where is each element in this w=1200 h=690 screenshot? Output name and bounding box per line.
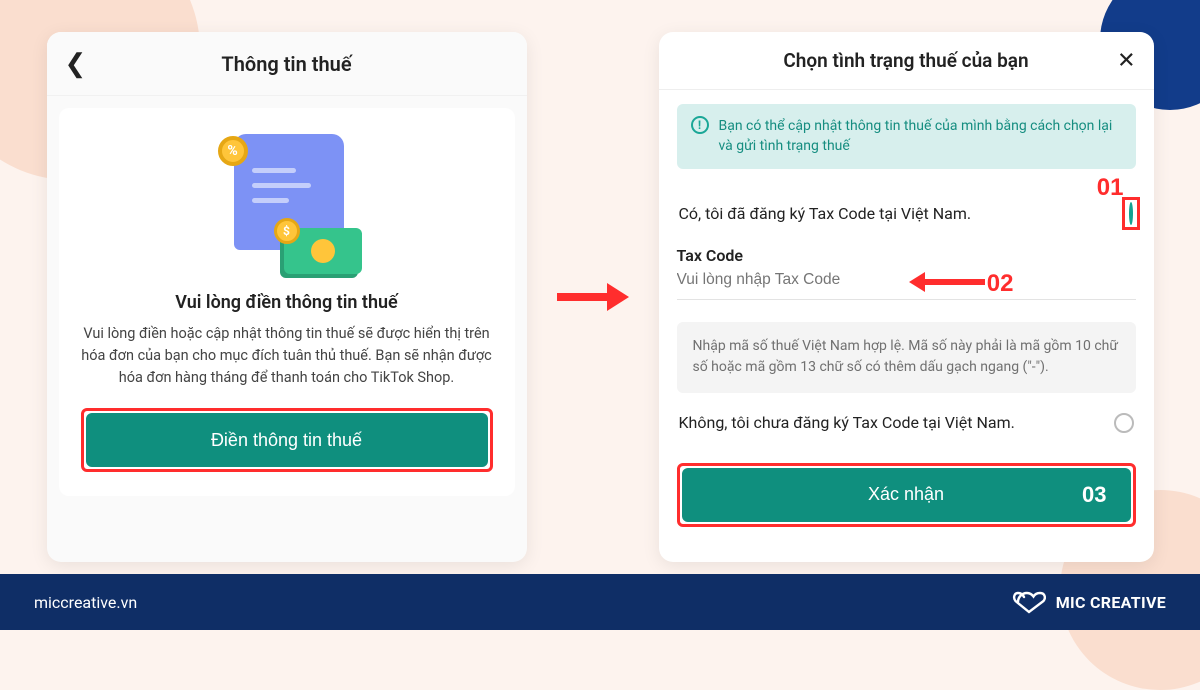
info-icon: ! [691, 116, 709, 134]
option-yes-label: Có, tôi đã đăng ký Tax Code tại Việt Nam… [679, 204, 972, 223]
option-no-label: Không, tôi chưa đăng ký Tax Code tại Việ… [679, 413, 1015, 432]
taxcode-note: Nhập mã số thuế Việt Nam hợp lệ. Mã số n… [677, 322, 1136, 393]
step-label-03: 03 [1082, 482, 1106, 508]
right-body: ! Bạn có thể cập nhật thông tin thuế của… [659, 90, 1154, 447]
fill-tax-button[interactable]: Điền thông tin thuế [86, 413, 488, 467]
flow-arrow-icon [557, 283, 629, 311]
right-title: Chọn tình trạng thuế của bạn [783, 49, 1028, 72]
confirm-button[interactable]: Xác nhận 03 [682, 468, 1131, 522]
left-description: Vui lòng điền hoặc cập nhật thông tin th… [81, 323, 493, 388]
brand-logo-icon [1012, 590, 1046, 614]
confirm-highlight: Xác nhận 03 [677, 463, 1136, 527]
left-screen: ❮ Thông tin thuế % $ Vui lòng điền thông… [47, 32, 527, 562]
option-no-row[interactable]: Không, tôi chưa đăng ký Tax Code tại Việ… [677, 393, 1136, 447]
fill-tax-highlight: Điền thông tin thuế [81, 408, 493, 472]
footer-brand-text: MIC CREATIVE [1056, 593, 1166, 612]
taxcode-input[interactable] [677, 265, 1136, 300]
left-header: ❮ Thông tin thuế [47, 32, 527, 96]
option-yes-row[interactable]: Có, tôi đã đăng ký Tax Code tại Việt Nam… [677, 169, 1136, 244]
footer-brand: MIC CREATIVE [1012, 590, 1166, 614]
tax-illustration: % $ [212, 136, 362, 274]
step-label-01: 01 [1097, 174, 1124, 202]
confirm-button-label: Xác nhận [868, 484, 944, 504]
money-icon: $ [284, 228, 362, 274]
step-label-02: 02 [987, 270, 1014, 298]
back-icon[interactable]: ❮ [65, 49, 87, 79]
info-banner-text: Bạn có thể cập nhật thông tin thuế của m… [719, 116, 1122, 157]
radio-no[interactable] [1114, 413, 1134, 433]
right-screen: Chọn tình trạng thuế của bạn ✕ ! Bạn có … [659, 32, 1154, 562]
footer-site: miccreative.vn [34, 593, 137, 612]
info-banner: ! Bạn có thể cập nhật thông tin thuế của… [677, 104, 1136, 169]
step02-arrow-icon [909, 272, 985, 292]
radio-yes[interactable] [1129, 202, 1133, 225]
left-body: % $ Vui lòng điền thông tin thuế Vui lòn… [59, 108, 515, 496]
left-subtitle: Vui lòng điền thông tin thuế [81, 292, 493, 313]
right-header: Chọn tình trạng thuế của bạn ✕ [659, 32, 1154, 90]
percent-coin-icon: % [218, 136, 248, 166]
taxcode-label: Tax Code [677, 246, 1136, 265]
option-yes-highlight [1122, 197, 1140, 230]
screenshot-stage: ❮ Thông tin thuế % $ Vui lòng điền thông… [0, 20, 1200, 574]
left-title: Thông tin thuế [221, 52, 351, 76]
footer-bar: miccreative.vn MIC CREATIVE [0, 574, 1200, 630]
close-icon[interactable]: ✕ [1117, 48, 1135, 73]
